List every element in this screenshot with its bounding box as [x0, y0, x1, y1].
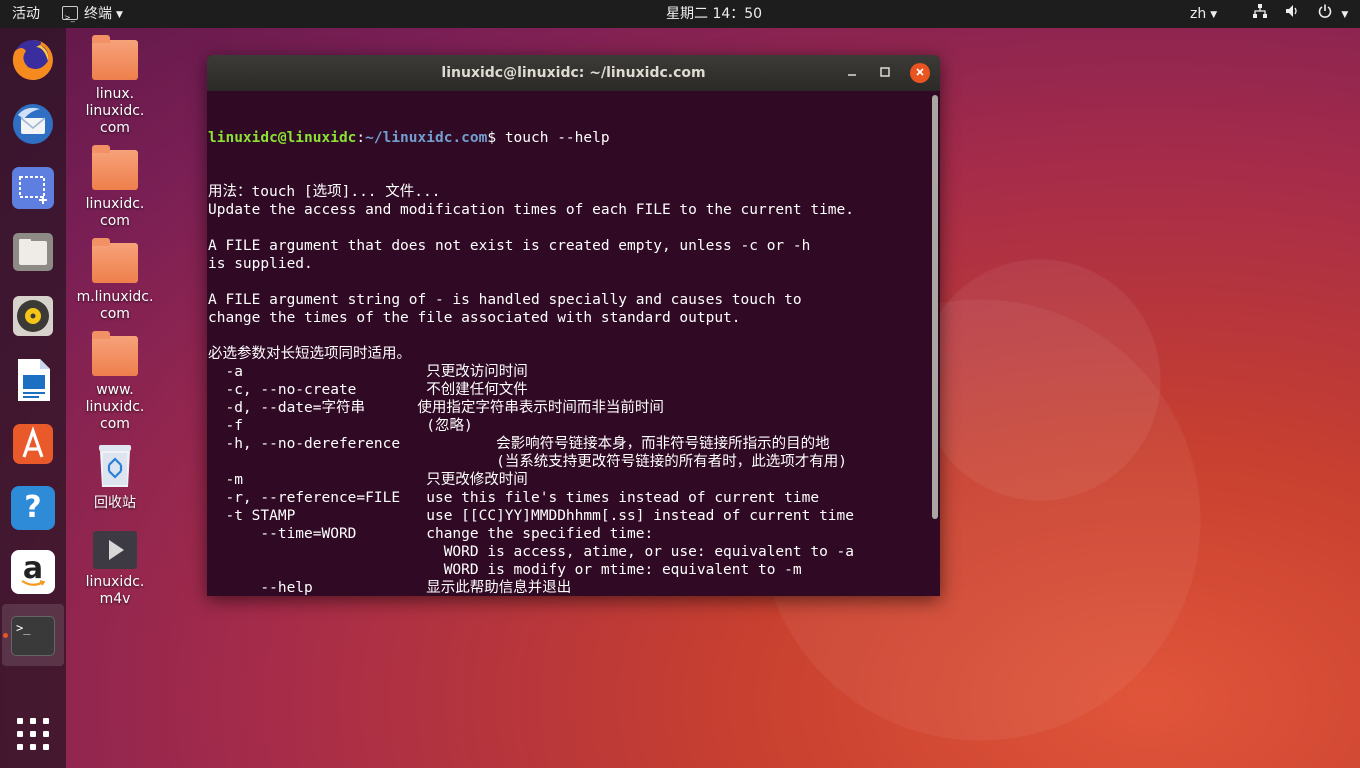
desktop-folder-www-linuxidc-com[interactable]: www. linuxidc. com	[70, 331, 160, 433]
terminal-line: 用法：touch [选项]... 文件...	[208, 184, 441, 200]
desktop-trash[interactable]: 回收站	[70, 443, 160, 512]
terminal-icon	[62, 4, 78, 32]
dock-rhythmbox[interactable]	[9, 292, 57, 340]
terminal-lines: 用法：touch [选项]... 文件... Update the access …	[208, 183, 932, 596]
desktop-folder-m-linuxidc-com[interactable]: m.linuxidc. com	[70, 238, 160, 323]
chevron-down-icon: ▼	[1210, 10, 1218, 20]
maximize-button[interactable]	[875, 63, 895, 83]
terminal-window[interactable]: linuxidc@linuxidc: ~/linuxidc.com linuxi…	[207, 55, 940, 596]
terminal-line: A FILE argument string of - is handled s…	[208, 292, 802, 308]
terminal-line: -r, --reference=FILE use this file's tim…	[208, 490, 820, 506]
dock-thunderbird[interactable]	[9, 100, 57, 148]
terminal-line: Update the access and modification times…	[208, 202, 855, 218]
trash-icon	[99, 445, 131, 487]
clock[interactable]: 星期二 14：50	[666, 0, 762, 28]
desktop-icon-label: m.linuxidc. com	[76, 289, 154, 322]
video-file-icon	[93, 531, 137, 569]
language-menu[interactable]: zh ▼	[1190, 0, 1217, 28]
dock-screenshot[interactable]	[9, 164, 57, 212]
power-icon	[1317, 1, 1333, 29]
prompt-line: linuxidc@linuxidc:~/linuxidc.com$ touch …	[208, 129, 932, 147]
chevron-down-icon: ▼	[1341, 10, 1349, 20]
terminal-line: WORD is modify or mtime: equivalent to -…	[208, 562, 802, 578]
dock-software[interactable]	[9, 420, 57, 468]
screenshot-icon	[12, 167, 54, 209]
help-icon: ?	[11, 486, 55, 530]
terminal-line: change the times of the file associated …	[208, 310, 741, 326]
system-menu[interactable]: ▼	[1252, 0, 1348, 28]
software-icon	[13, 424, 53, 464]
close-button[interactable]	[910, 63, 930, 83]
terminal-line: -t STAMP use [[CC]YY]MMDDhhmm[.ss] inste…	[208, 508, 855, 524]
terminal-line: -m 只更改修改时间	[208, 472, 528, 488]
amazon-icon: a	[11, 550, 55, 594]
terminal-line: WORD is access, atime, or use: equivalen…	[208, 544, 855, 560]
desktop-icon-label: linux. linuxidc. com	[85, 86, 145, 136]
desktop-icon-label: 回收站	[94, 495, 136, 511]
folder-icon	[92, 331, 138, 376]
terminal-scrollbar[interactable]	[932, 95, 938, 519]
desktop-video-linuxidc-m4v[interactable]: linuxidc. m4v	[70, 530, 160, 608]
dock: ? a >_	[0, 28, 66, 768]
folder-icon	[92, 238, 138, 283]
prompt-user: linuxidc@linuxidc	[208, 130, 357, 146]
dock-files[interactable]	[9, 228, 57, 276]
network-icon	[1252, 1, 1268, 29]
app-menu-label: 终端	[84, 6, 112, 22]
close-icon	[916, 68, 924, 76]
terminal-line: --help 显示此帮助信息并退出	[208, 580, 572, 596]
firefox-icon	[12, 40, 53, 80]
rhythmbox-icon	[13, 296, 53, 336]
terminal-icon: >_	[11, 616, 55, 656]
dock-amazon[interactable]: a	[9, 548, 57, 596]
desktop-folder-linux-linuxidc-com[interactable]: linux. linuxidc. com	[70, 35, 160, 137]
prompt-path: ~/linuxidc.com	[365, 130, 488, 146]
folder-icon	[92, 145, 138, 190]
terminal-line: -a 只更改访问时间	[208, 364, 528, 380]
writer-icon	[18, 359, 50, 401]
chevron-down-icon: ▼	[116, 10, 123, 20]
dock-writer[interactable]	[9, 356, 57, 404]
terminal-line: 必选参数对长短选项同时适用。	[208, 346, 411, 362]
minimize-button[interactable]	[842, 63, 862, 83]
window-titlebar[interactable]: linuxidc@linuxidc: ~/linuxidc.com	[207, 55, 940, 91]
terminal-line: --time=WORD change the specified time:	[208, 526, 654, 542]
thunderbird-icon	[13, 104, 53, 144]
terminal-line: A FILE argument that does not exist is c…	[208, 238, 811, 254]
terminal-line: -c, --no-create 不创建任何文件	[208, 382, 528, 398]
show-applications-button[interactable]	[17, 718, 49, 750]
dock-firefox[interactable]	[9, 36, 57, 84]
language-label: zh	[1190, 6, 1207, 22]
activities-button[interactable]: 活动	[12, 0, 40, 28]
window-title: linuxidc@linuxidc: ~/linuxidc.com	[441, 65, 706, 81]
terminal-line: (当系统支持更改符号链接的所有者时，此选项才有用)	[208, 454, 848, 470]
prompt-separator: :	[356, 130, 366, 146]
dock-help[interactable]: ?	[9, 484, 57, 532]
top-bar: 活动 终端▼ 星期二 14：50 zh▼ ▼	[0, 0, 1360, 32]
prompt-command: $ touch --help	[487, 130, 610, 146]
terminal-line: -f (忽略)	[208, 418, 473, 434]
maximize-icon	[880, 67, 890, 77]
terminal-line: -d, --date=字符串 使用指定字符串表示时间而非当前时间	[208, 400, 664, 416]
terminal-line: is supplied.	[208, 256, 313, 272]
desktop-icon-label: linuxidc. m4v	[85, 574, 145, 607]
dock-terminal[interactable]: >_	[9, 612, 57, 660]
desktop-icon-label: linuxidc. com	[85, 196, 145, 229]
desktop-folder-linuxidc-com[interactable]: linuxidc. com	[70, 145, 160, 230]
desktop-icon-label: www. linuxidc. com	[85, 382, 145, 432]
folder-icon	[92, 35, 138, 80]
minimize-icon	[848, 74, 856, 76]
running-indicator	[3, 633, 8, 638]
files-icon	[13, 233, 53, 271]
terminal-output[interactable]: linuxidc@linuxidc:~/linuxidc.com$ touch …	[207, 93, 932, 596]
volume-icon	[1284, 1, 1300, 29]
app-menu[interactable]: 终端 ▼	[62, 0, 123, 32]
terminal-line: -h, --no-dereference 会影响符号链接本身，而非符号链接所指示…	[208, 436, 830, 452]
